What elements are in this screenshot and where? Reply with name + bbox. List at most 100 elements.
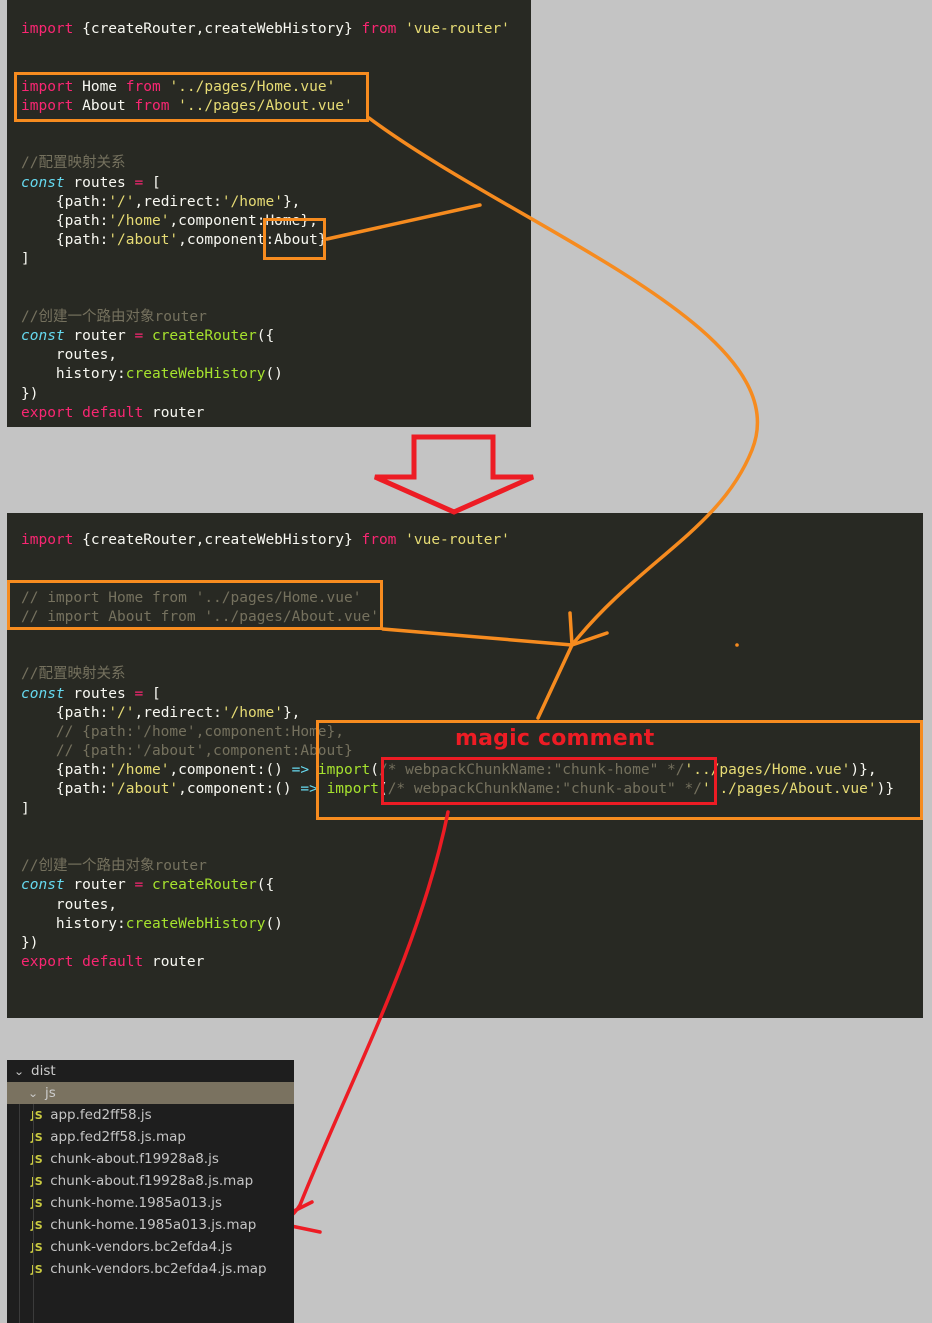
tree-file-row[interactable]: JS chunk-home.1985a013.js.map [7, 1214, 294, 1236]
code-token: default [82, 404, 144, 421]
tree-file-label: chunk-vendors.bc2efda4.js.map [50, 1261, 267, 1277]
code-token: => [291, 762, 310, 779]
code-token: {path: [21, 704, 109, 721]
code-token: () [265, 915, 283, 932]
code-token: ,component:() [178, 781, 301, 798]
tree-folder-label: js [45, 1085, 56, 1101]
code-token: createRouter [151, 877, 257, 894]
code-line: history:createWebHistory() [21, 915, 923, 934]
code-token: //创建一个路由对象router [21, 308, 207, 325]
code-token: ( [370, 762, 379, 779]
tree-file-row[interactable]: JS chunk-vendors.bc2efda4.js.map [7, 1258, 294, 1280]
code-token: // {path:'/home',component:Home}, [21, 723, 345, 740]
code-block-after[interactable]: import {createRouter,createWebHistory} f… [7, 513, 923, 1018]
tree-file-label: chunk-about.f19928a8.js [50, 1151, 219, 1167]
code-token: )}, [850, 762, 877, 779]
code-token: 'vue-router' [405, 21, 510, 37]
chevron-down-icon[interactable]: ⌄ [28, 1087, 46, 1100]
code-token: }) [21, 934, 39, 951]
code-token: [ [143, 174, 161, 191]
code-line: const routes = [ [21, 174, 531, 193]
code-token: routes, [21, 347, 118, 364]
tree-file-row[interactable]: JS chunk-about.f19928a8.js.map [7, 1170, 294, 1192]
tree-folder-dist[interactable]: ⌄ dist [7, 1060, 294, 1082]
code-token: {path: [21, 193, 109, 210]
code-token: => [300, 781, 318, 798]
code-line: {path:'/',redirect:'/home'}, [21, 704, 923, 723]
code-block-before[interactable]: import {createRouter,createWebHistory} f… [7, 0, 531, 427]
code-line: // import About from '../pages/About.vue… [21, 608, 923, 627]
code-line: //配置映射关系 [21, 154, 531, 173]
code-line: import Home from '../pages/Home.vue' [21, 78, 531, 97]
tree-file-row[interactable]: JS chunk-about.f19928a8.js [7, 1148, 294, 1170]
chevron-down-icon[interactable]: ⌄ [14, 1065, 32, 1078]
code-token: import [317, 762, 371, 779]
code-token: ({ [256, 877, 275, 894]
code-token: }, [282, 193, 301, 210]
tree-file-list: JS app.fed2ff58.js JS app.fed2ff58.js.map JS… [7, 1104, 294, 1280]
code-token: router [64, 328, 135, 344]
code-line: export default router [21, 404, 531, 423]
code-token: () [265, 366, 283, 383]
code-token: from [125, 78, 161, 95]
code-token: from [361, 532, 397, 548]
code-token: history: [21, 915, 126, 932]
code-token: ,component:About} [178, 232, 327, 249]
tree-file-row[interactable]: JS app.fed2ff58.js [7, 1104, 294, 1126]
code-line: {path:'/about',component:About} [21, 231, 531, 250]
code-token: import [21, 532, 74, 548]
code-token: {createRouter,createWebHistory} [73, 21, 362, 37]
code-token: '../pages/Home.vue' [684, 762, 851, 779]
code-token: ,redirect: [134, 704, 222, 721]
code-token: export [21, 954, 74, 971]
screenshot-stage: import {createRouter,createWebHistory} f… [0, 0, 932, 1323]
code-token: import [21, 21, 74, 37]
tree-folder-js[interactable]: ⌄ js [7, 1082, 294, 1104]
tree-file-label: chunk-home.1985a013.js.map [50, 1217, 257, 1233]
code-line: //创建一个路由对象router [21, 308, 531, 327]
code-line: const router = createRouter({ [21, 327, 531, 346]
code-token: //配置映射关系 [21, 666, 126, 683]
code-token: '/' [108, 704, 135, 721]
code-line: export default router [21, 953, 923, 972]
code-token: = [134, 328, 144, 344]
code-token: import [326, 781, 379, 798]
code-token: /* webpackChunkName:"chunk-about" */ [387, 781, 702, 798]
code-token: createRouter [151, 328, 257, 344]
code-token: '../pages/About.vue' [178, 97, 353, 114]
code-token: ,component:Home}, [169, 212, 318, 229]
code-token: history: [21, 366, 126, 383]
code-token: from [361, 21, 397, 37]
code-line: ] [21, 250, 531, 269]
code-token: '../pages/About.vue' [701, 781, 877, 798]
code-line: ] [21, 800, 923, 819]
code-token: {path: [21, 762, 109, 779]
tree-file-row[interactable]: JS chunk-vendors.bc2efda4.js [7, 1236, 294, 1258]
tree-file-row[interactable]: JS chunk-home.1985a013.js [7, 1192, 294, 1214]
code-token: import [21, 97, 74, 114]
file-explorer-tree[interactable]: ⌄ dist ⌄ js JS app.fed2ff58.js JS app.fed2f… [7, 1060, 294, 1323]
code-line: const router = createRouter({ [21, 876, 923, 895]
code-token: About [73, 97, 135, 114]
tree-file-row[interactable]: JS app.fed2ff58.js.map [7, 1126, 294, 1148]
down-arrow-icon [373, 434, 535, 515]
code-token: {createRouter,createWebHistory} [73, 532, 362, 548]
code-token: '/' [108, 193, 135, 210]
code-line: }) [21, 934, 923, 953]
code-token: const [21, 877, 65, 894]
code-token: const [21, 174, 65, 191]
code-token: ,redirect: [134, 193, 222, 210]
code-line: {path:'/home',component:() => import(/* … [21, 761, 923, 780]
code-line: {path:'/',redirect:'/home'}, [21, 193, 531, 212]
code-line: const routes = [ [21, 685, 923, 704]
code-token: import [21, 78, 74, 95]
